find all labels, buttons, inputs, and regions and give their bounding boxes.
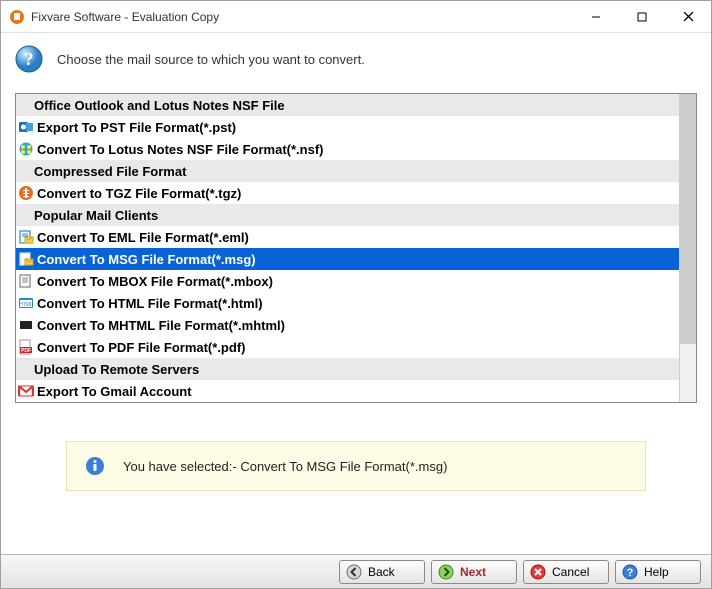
instruction-header: ? Choose the mail source to which you wa…: [1, 33, 711, 87]
footer-bar: Back Next Cancel ? Help: [1, 554, 711, 588]
format-item[interactable]: Convert To MBOX File Format(*.mbox): [16, 270, 679, 292]
section-header: Popular Mail Clients: [16, 204, 679, 226]
selection-info-text: You have selected:- Convert To MSG File …: [123, 459, 447, 474]
format-item[interactable]: Export To Gmail Account: [16, 380, 679, 402]
maximize-button[interactable]: [619, 1, 665, 32]
selection-info: You have selected:- Convert To MSG File …: [66, 441, 646, 491]
titlebar: Fixvare Software - Evaluation Copy: [1, 1, 711, 33]
minimize-button[interactable]: [573, 1, 619, 32]
outlook-icon: [18, 119, 34, 135]
scrollbar[interactable]: [679, 94, 696, 402]
window-controls: [573, 1, 711, 32]
svg-text:PDF: PDF: [21, 348, 31, 354]
section-header: Upload To Remote Servers: [16, 358, 679, 380]
format-item[interactable]: Convert to TGZ File Format(*.tgz): [16, 182, 679, 204]
format-item-label: Convert To MBOX File Format(*.mbox): [37, 274, 273, 289]
cancel-icon: [530, 564, 546, 580]
format-item-label: Convert To EML File Format(*.eml): [37, 230, 249, 245]
svg-text:?: ?: [25, 49, 34, 69]
next-button[interactable]: Next: [431, 560, 517, 584]
next-label: Next: [460, 565, 510, 579]
app-icon: [9, 9, 25, 25]
list-content: Office Outlook and Lotus Notes NSF File E…: [16, 94, 679, 402]
svg-text:HTML: HTML: [19, 302, 33, 308]
section-header-label: Popular Mail Clients: [18, 208, 158, 223]
format-item-label: Convert To HTML File Format(*.html): [37, 296, 263, 311]
cancel-button[interactable]: Cancel: [523, 560, 609, 584]
cancel-label: Cancel: [552, 565, 602, 579]
gmail-icon: [18, 383, 34, 399]
format-list: Office Outlook and Lotus Notes NSF File E…: [15, 93, 697, 403]
section-header-label: Compressed File Format: [18, 164, 186, 179]
format-item[interactable]: PDF Convert To PDF File Format(*.pdf): [16, 336, 679, 358]
tgz-icon: [18, 185, 34, 201]
format-item-label: Export To Gmail Account: [37, 384, 192, 399]
section-header: Compressed File Format: [16, 160, 679, 182]
html-icon: HTML: [18, 295, 34, 311]
format-item[interactable]: Convert To Lotus Notes NSF File Format(*…: [16, 138, 679, 160]
mbox-icon: [18, 273, 34, 289]
format-item-label: Convert to TGZ File Format(*.tgz): [37, 186, 241, 201]
arrow-left-icon: [346, 564, 362, 580]
format-item[interactable]: Convert To MSG File Format(*.msg): [16, 248, 679, 270]
help-button[interactable]: ? Help: [615, 560, 701, 584]
back-button[interactable]: Back: [339, 560, 425, 584]
help-label: Help: [644, 565, 694, 579]
section-header-label: Office Outlook and Lotus Notes NSF File: [18, 98, 285, 113]
section-header-label: Upload To Remote Servers: [18, 362, 199, 377]
main-area: Office Outlook and Lotus Notes NSF File E…: [1, 87, 711, 554]
format-item-label: Export To PST File Format(*.pst): [37, 120, 236, 135]
arrow-right-icon: [438, 564, 454, 580]
eml-icon: [18, 229, 34, 245]
format-item-label: Convert To MHTML File Format(*.mhtml): [37, 318, 285, 333]
format-item[interactable]: Convert To EML File Format(*.eml): [16, 226, 679, 248]
app-window: Fixvare Software - Evaluation Copy ? Cho…: [0, 0, 712, 589]
back-label: Back: [368, 565, 418, 579]
msg-icon: [18, 251, 34, 267]
format-item[interactable]: HTML Convert To HTML File Format(*.html): [16, 292, 679, 314]
pdf-icon: PDF: [18, 339, 34, 355]
section-header: Office Outlook and Lotus Notes NSF File: [16, 94, 679, 116]
help-icon: ?: [622, 564, 638, 580]
format-item-label: Convert To Lotus Notes NSF File Format(*…: [37, 142, 324, 157]
window-title: Fixvare Software - Evaluation Copy: [31, 10, 573, 24]
lotus-icon: [18, 141, 34, 157]
format-item[interactable]: Convert To MHTML File Format(*.mhtml): [16, 314, 679, 336]
format-item[interactable]: Export To PST File Format(*.pst): [16, 116, 679, 138]
close-button[interactable]: [665, 1, 711, 32]
question-icon: ?: [15, 45, 43, 73]
mhtml-icon: [18, 317, 34, 333]
scrollbar-thumb[interactable]: [680, 94, 696, 344]
format-item-label: Convert To MSG File Format(*.msg): [37, 252, 256, 267]
info-icon: [85, 456, 105, 476]
svg-text:?: ?: [627, 567, 634, 579]
format-item-label: Convert To PDF File Format(*.pdf): [37, 340, 245, 355]
instruction-text: Choose the mail source to which you want…: [57, 52, 365, 67]
